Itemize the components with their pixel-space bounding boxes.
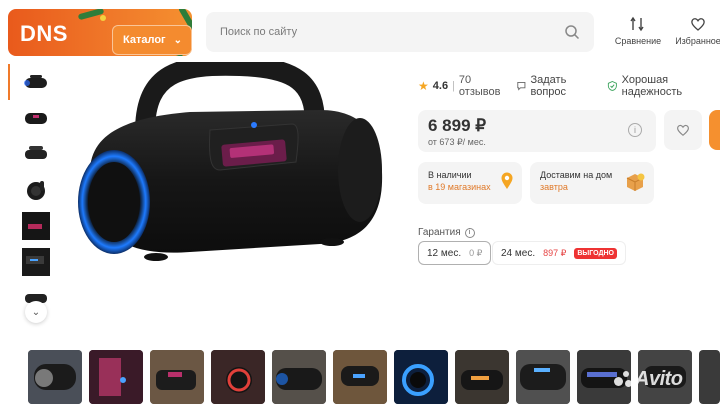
gallery-photo-image [28, 350, 82, 404]
compare-link[interactable]: Сравнение [608, 16, 668, 46]
gallery-photo-image [272, 350, 326, 404]
rating[interactable]: ★ 4.6 | 70 отзывов [418, 74, 506, 98]
thumbnail[interactable] [8, 64, 50, 100]
reviews-count[interactable]: 70 отзывов [459, 74, 506, 98]
thumbnail[interactable] [22, 248, 50, 276]
warranty-option-price: 0 ₽ [469, 247, 483, 258]
favorites-label: Избранное [675, 36, 720, 46]
gallery-photo[interactable] [455, 350, 509, 404]
thumbnails-scroll-down-button[interactable]: ⌄ [25, 301, 47, 323]
gallery-photo-image [516, 350, 570, 404]
warranty-label: Гарантия [418, 227, 461, 238]
installment-price[interactable]: от 673 ₽/ мес. [428, 137, 646, 148]
warranty-option-12[interactable]: 12 мес. 0 ₽ [418, 241, 492, 265]
rating-row: ★ 4.6 | 70 отзывов Задать вопрос Хорошая… [418, 74, 720, 98]
chevron-down-icon: ⌄ [173, 34, 183, 46]
thumbnail[interactable] [22, 140, 50, 168]
speaker-thumb-image [22, 212, 50, 240]
rating-value: 4.6 [432, 80, 449, 92]
thumbnail[interactable] [22, 176, 50, 204]
warranty-option-price: 897 ₽ [543, 247, 567, 258]
vertical-thumbnail-list: ⌄ [0, 64, 60, 324]
watermark-text: Avito [635, 368, 683, 390]
gallery-photo-image [455, 350, 509, 404]
gallery-photo-image [211, 350, 265, 404]
add-to-favorites-button[interactable] [664, 110, 702, 150]
logo-banner[interactable]: DNS Каталог ⌄ [8, 9, 192, 56]
heart-icon [691, 18, 705, 31]
gallery-photo[interactable] [272, 350, 326, 404]
info-icon[interactable]: i [464, 227, 475, 238]
shield-check-icon [607, 81, 617, 91]
heart-icon [677, 124, 689, 136]
map-pin-icon [501, 172, 513, 189]
speaker-thumb-image [25, 146, 47, 159]
chevron-down-icon: ⌄ [31, 306, 41, 318]
reliability-link[interactable]: Хорошая надежность [607, 74, 720, 98]
warranty-title: Гарантия i [418, 227, 475, 238]
search-placeholder: Поиск по сайту [220, 26, 298, 38]
price-box: 6 899 ₽ от 673 ₽/ мес. i [418, 110, 656, 152]
search-icon[interactable] [564, 24, 580, 40]
product-main-image[interactable] [70, 62, 400, 282]
speaker-thumb-image [25, 113, 47, 124]
gallery-photo[interactable] [394, 350, 448, 404]
speaker-thumb-image [24, 75, 47, 88]
warranty-option-label: 12 мес. [427, 247, 462, 259]
gallery-photo[interactable] [516, 350, 570, 404]
catalog-label: Каталог [123, 34, 166, 46]
availability-title: В наличии [428, 170, 472, 180]
warranty-option-label: 24 мес. [501, 247, 536, 259]
avito-logo-icon [614, 370, 632, 389]
chat-icon [517, 81, 526, 91]
delivery-title: Доставим на дом [540, 170, 613, 180]
thumbnail[interactable] [22, 212, 50, 240]
avito-watermark: Avito [614, 368, 683, 391]
gallery-photo-image [333, 350, 387, 404]
site-header: DNS Каталог ⌄ Поиск по сайту Сравнение И… [0, 0, 720, 64]
search-input[interactable]: Поиск по сайту [206, 12, 594, 52]
reliability-label: Хорошая надежность [621, 74, 683, 98]
best-value-badge: ВЫГОДНО [574, 247, 617, 259]
speaker-thumb-image [22, 248, 50, 276]
gallery-photo-image [150, 350, 204, 404]
buy-button[interactable] [709, 110, 720, 150]
package-icon [626, 173, 645, 191]
star-icon: ★ [418, 79, 429, 93]
ask-question-link[interactable]: Задать вопрос [516, 74, 597, 98]
gallery-photo-image [89, 350, 143, 404]
info-icon[interactable]: i [628, 123, 642, 137]
gallery-photo[interactable] [211, 350, 265, 404]
photo-gallery-strip [0, 342, 720, 409]
warranty-option-24[interactable]: 24 мес. 897 ₽ ВЫГОДНО [492, 241, 626, 265]
ornament-decoration [100, 15, 106, 21]
delivery-box[interactable]: Доставим на дом завтра [530, 162, 654, 204]
compare-label: Сравнение [614, 36, 662, 46]
thumbnail[interactable] [22, 104, 50, 132]
gallery-photo[interactable] [333, 350, 387, 404]
gallery-photo[interactable] [150, 350, 204, 404]
gallery-photo[interactable] [699, 350, 720, 404]
availability-box[interactable]: В наличии в 19 магазинах [418, 162, 522, 204]
compare-icon [630, 16, 644, 32]
rating-divider: | [452, 80, 455, 92]
speaker-thumb-image [27, 181, 45, 200]
gallery-photo[interactable] [28, 350, 82, 404]
gallery-photo[interactable] [89, 350, 143, 404]
favorites-link[interactable]: Избранное [668, 16, 720, 46]
gallery-photo-image [394, 350, 448, 404]
price: 6 899 ₽ [428, 116, 487, 135]
catalog-button[interactable]: Каталог ⌄ [112, 25, 192, 55]
ask-question-label: Задать вопрос [530, 74, 567, 98]
logo[interactable]: DNS [20, 21, 68, 47]
